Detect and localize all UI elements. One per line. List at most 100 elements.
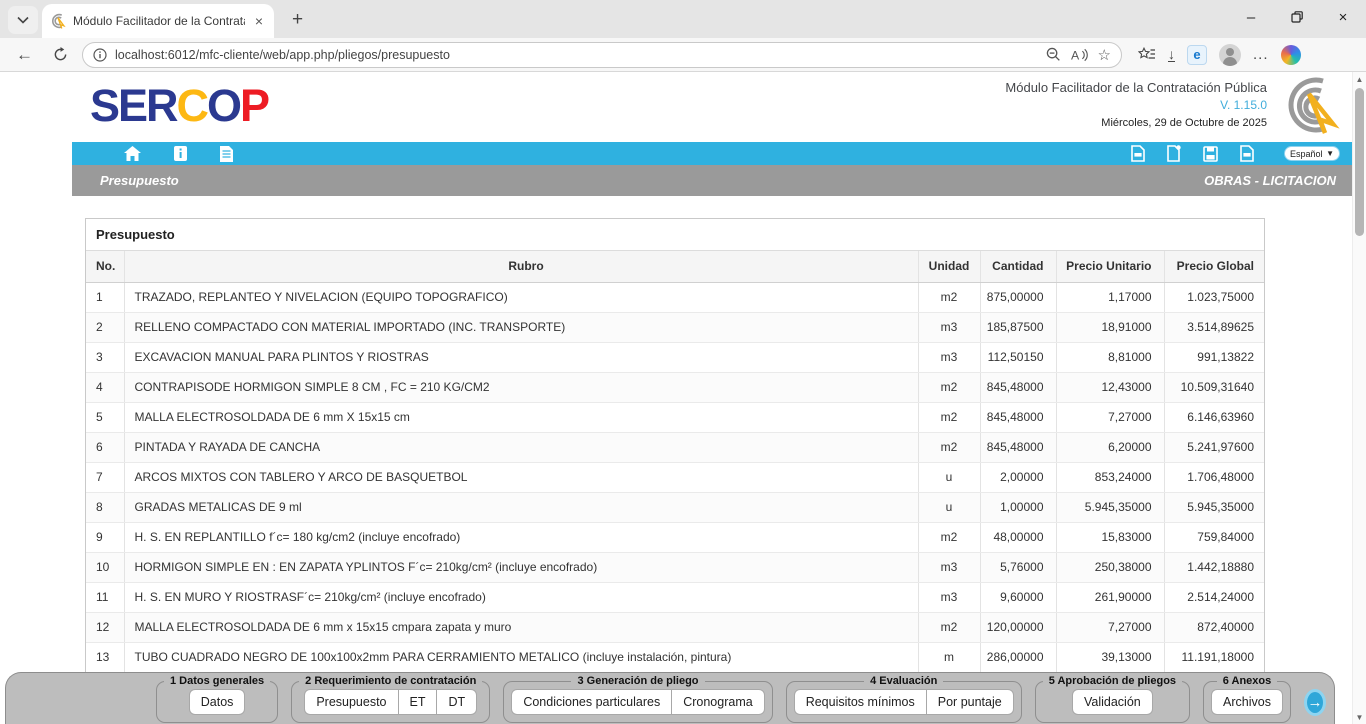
info-icon[interactable]: [174, 146, 187, 161]
table-row: 6PINTADA Y RAYADA DE CANCHAm2845,480006,…: [86, 432, 1264, 462]
cell-cantidad: 845,48000: [980, 372, 1056, 402]
footer-button-datos[interactable]: Datos: [189, 689, 246, 715]
footer-button-archivos[interactable]: Archivos: [1211, 689, 1283, 715]
cell-rubro: TUBO CUADRADO NEGRO DE 100x100x2mm PARA …: [124, 642, 918, 672]
cell-precio_global: 10.509,31640: [1164, 372, 1264, 402]
column-header-no: No.: [86, 251, 124, 282]
footer-button-presupuesto[interactable]: Presupuesto: [304, 689, 398, 715]
window-controls: – ×: [1228, 0, 1366, 34]
tab-search-button[interactable]: [8, 6, 38, 34]
cell-precio_unitario: 39,13000: [1056, 642, 1164, 672]
table-row: 4CONTRAPISODE HORMIGON SIMPLE 8 CM , FC …: [86, 372, 1264, 402]
cell-rubro: HORMIGON SIMPLE EN : EN ZAPATA YPLINTOS …: [124, 552, 918, 582]
site-info-icon[interactable]: [93, 48, 107, 62]
scroll-down-icon[interactable]: ▼: [1356, 710, 1364, 724]
settings-menu-icon[interactable]: ...: [1253, 46, 1269, 63]
cell-no: 9: [86, 522, 124, 552]
footer-button-et[interactable]: ET: [398, 689, 438, 715]
app-title: Módulo Facilitador de la Contratación Pú…: [1005, 80, 1267, 95]
cell-precio_unitario: 250,38000: [1056, 552, 1164, 582]
cell-rubro: CONTRAPISODE HORMIGON SIMPLE 8 CM , FC =…: [124, 372, 918, 402]
cell-precio_unitario: 15,83000: [1056, 522, 1164, 552]
refresh-button[interactable]: [47, 47, 74, 62]
browser-tab[interactable]: Módulo Facilitador de la Contrata ×: [42, 4, 274, 38]
favorites-icon[interactable]: ☆: [1098, 46, 1111, 64]
cell-unidad: u: [918, 462, 980, 492]
footer-section-legend: 2 Requerimiento de contratación: [299, 675, 482, 687]
panel-title: Presupuesto: [86, 219, 1264, 251]
pdf-icon[interactable]: [1240, 145, 1254, 162]
footer-button-cronograma[interactable]: Cronograma: [671, 689, 764, 715]
cell-precio_global: 5.945,35000: [1164, 492, 1264, 522]
new-tab-button[interactable]: +: [284, 9, 311, 31]
collections-icon[interactable]: [1138, 47, 1156, 62]
cell-rubro: H. S. EN REPLANTILLO f´c= 180 kg/cm2 (in…: [124, 522, 918, 552]
profile-avatar[interactable]: [1219, 44, 1241, 66]
cell-unidad: m: [918, 642, 980, 672]
cell-unidad: m2: [918, 372, 980, 402]
cell-no: 2: [86, 312, 124, 342]
zoom-out-icon[interactable]: [1046, 47, 1061, 62]
cell-precio_global: 1.442,18880: [1164, 552, 1264, 582]
cell-unidad: m2: [918, 402, 980, 432]
table-row: 1TRAZADO, REPLANTEO Y NIVELACION (EQUIPO…: [86, 282, 1264, 312]
footer-button-condiciones-particulares[interactable]: Condiciones particulares: [511, 689, 672, 715]
document-icon[interactable]: [220, 146, 233, 162]
cell-unidad: m2: [918, 432, 980, 462]
table-row: 10HORMIGON SIMPLE EN : EN ZAPATA YPLINTO…: [86, 552, 1264, 582]
scroll-up-icon[interactable]: ▲: [1356, 72, 1364, 86]
column-header-unidad: Unidad: [918, 251, 980, 282]
language-select[interactable]: Español ▼: [1284, 146, 1340, 161]
footer-button-dt[interactable]: DT: [436, 689, 477, 715]
read-aloud-icon[interactable]: A: [1071, 48, 1088, 62]
cell-rubro: TRAZADO, REPLANTEO Y NIVELACION (EQUIPO …: [124, 282, 918, 312]
language-value: Español: [1290, 149, 1323, 159]
budget-table-body: 1TRAZADO, REPLANTEO Y NIVELACION (EQUIPO…: [86, 282, 1264, 672]
cell-rubro: MALLA ELECTROSOLDADA DE 6 mm X 15x15 cm: [124, 402, 918, 432]
ie-mode-icon[interactable]: e: [1187, 45, 1207, 65]
tab-close-icon[interactable]: ×: [252, 13, 266, 29]
url-text[interactable]: localhost:6012/mfc-cliente/web/app.php/p…: [115, 48, 1038, 62]
table-row: 11H. S. EN MURO Y RIOSTRASF´c= 210kg/cm²…: [86, 582, 1264, 612]
tab-strip: Módulo Facilitador de la Contrata × + – …: [0, 0, 1366, 38]
next-step-button[interactable]: →: [1304, 689, 1326, 716]
cell-unidad: m3: [918, 342, 980, 372]
page-scrollbar[interactable]: ▲ ▼: [1352, 72, 1366, 724]
cell-precio_unitario: 8,81000: [1056, 342, 1164, 372]
cell-precio_unitario: 5.945,35000: [1056, 492, 1164, 522]
restore-button[interactable]: [1274, 0, 1320, 34]
cell-precio_unitario: 7,27000: [1056, 612, 1164, 642]
select-chevron-icon: ▼: [1326, 149, 1334, 158]
cell-precio_global: 1.023,75000: [1164, 282, 1264, 312]
minimize-button[interactable]: –: [1228, 0, 1274, 34]
footer-button-validaci-n[interactable]: Validación: [1072, 689, 1153, 715]
pdf-export-icon[interactable]: [1131, 145, 1145, 162]
close-button[interactable]: ×: [1320, 0, 1366, 34]
restore-icon: [1291, 11, 1303, 23]
column-header-cantidad: Cantidad: [980, 251, 1056, 282]
copilot-icon[interactable]: [1281, 45, 1301, 65]
footer-section-legend: 4 Evaluación: [864, 675, 943, 687]
cell-unidad: m2: [918, 522, 980, 552]
footer-section-legend: 6 Anexos: [1217, 675, 1278, 687]
breadcrumb-title: Presupuesto: [100, 173, 179, 188]
back-button[interactable]: ←: [10, 45, 39, 65]
downloads-icon[interactable]: ↓: [1168, 48, 1175, 62]
column-header-rubro: Rubro: [124, 251, 918, 282]
new-document-icon[interactable]: [1167, 145, 1181, 162]
address-bar[interactable]: localhost:6012/mfc-cliente/web/app.php/p…: [82, 42, 1122, 68]
app-version: V. 1.15.0: [1005, 98, 1267, 112]
table-row: 13TUBO CUADRADO NEGRO DE 100x100x2mm PAR…: [86, 642, 1264, 672]
budget-panel: Presupuesto No.RubroUnidadCantidadPrecio…: [85, 218, 1265, 674]
footer-button-requisitos-m-nimos[interactable]: Requisitos mínimos: [794, 689, 927, 715]
cell-precio_unitario: 7,27000: [1056, 402, 1164, 432]
scrollbar-thumb[interactable]: [1355, 88, 1364, 236]
home-icon[interactable]: [124, 146, 141, 161]
footer-section-2: 2 Requerimiento de contratación Presupues…: [291, 675, 490, 723]
footer-section-legend: 5 Aprobación de pliegos: [1043, 675, 1182, 687]
cell-no: 10: [86, 552, 124, 582]
footer-button-por-puntaje[interactable]: Por puntaje: [926, 689, 1014, 715]
save-icon[interactable]: [1203, 146, 1218, 162]
breadcrumb-bar: Presupuesto OBRAS - LICITACION: [72, 165, 1352, 196]
footer-section-6: 6 Anexos Archivos: [1203, 675, 1291, 723]
